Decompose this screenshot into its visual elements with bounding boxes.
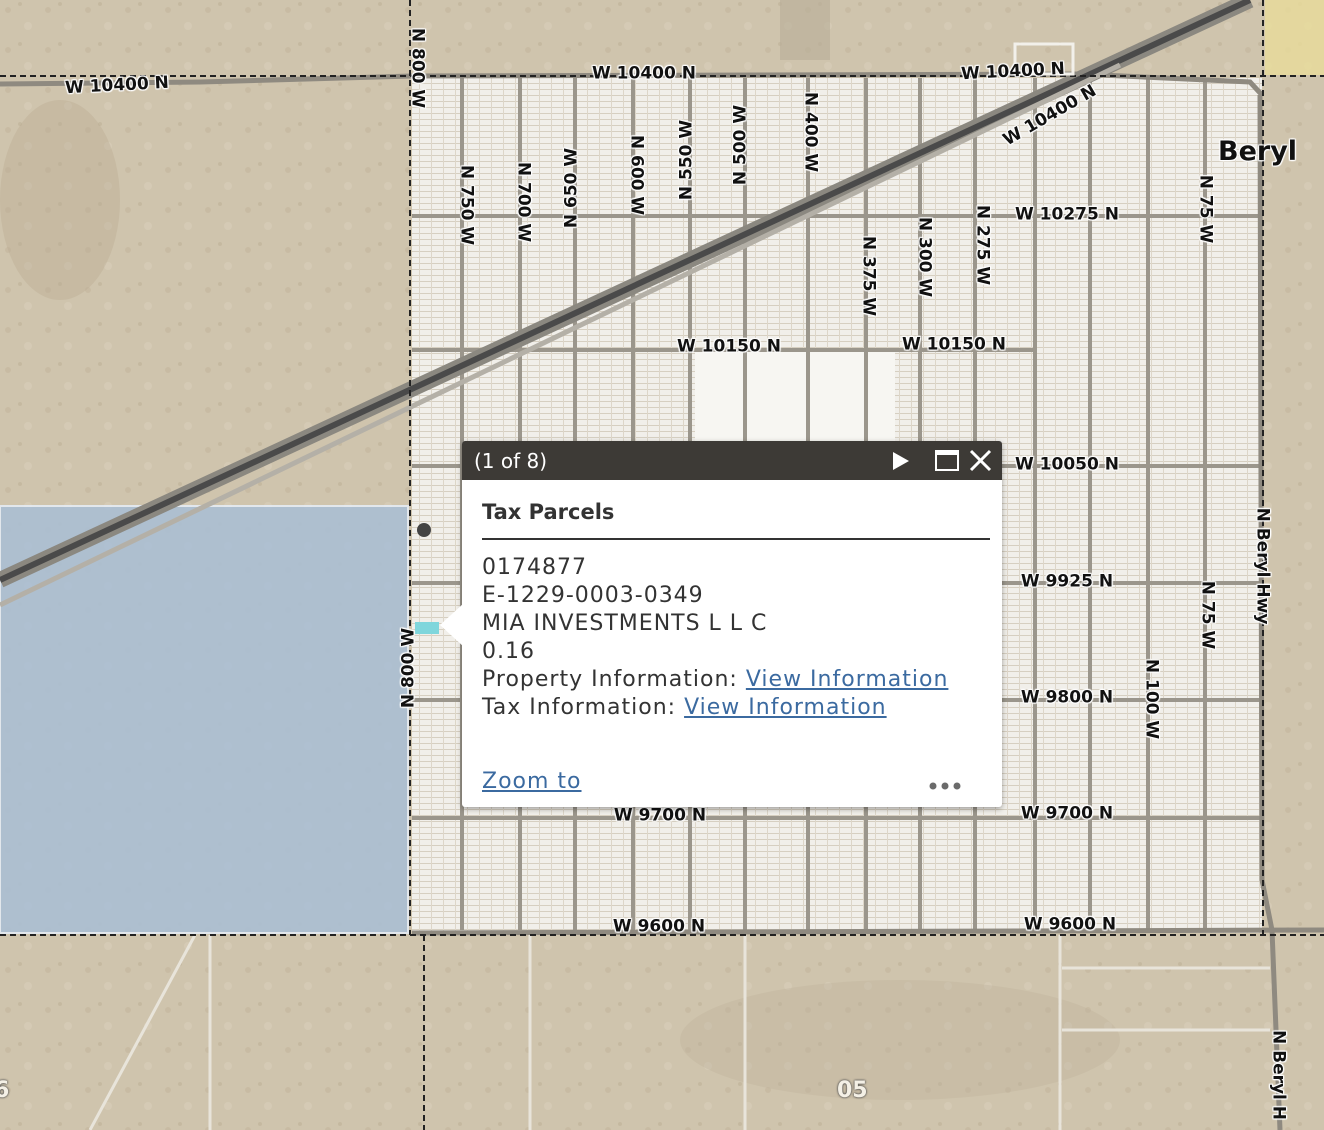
property-info-link[interactable]: View Information — [746, 667, 949, 692]
street-label: N 700 W — [513, 161, 534, 243]
street-label: W 9700 N — [613, 805, 707, 826]
street-label: N 300 W — [914, 216, 935, 298]
popup-header: (1 of 8) — [462, 441, 1002, 480]
selected-parcel-outline — [415, 622, 439, 634]
street-label: N 100 W — [1141, 658, 1162, 740]
street-label: W 9600 N — [612, 916, 706, 937]
street-label: N 275 W — [972, 204, 993, 286]
attribute-list: 0174877 E-1229-0003-0349 MIA INVESTMENTS… — [482, 554, 990, 722]
street-label: W 10150 N — [677, 336, 781, 357]
ellipsis-icon — [929, 782, 961, 790]
street-label: N 75 W — [1197, 580, 1218, 650]
maximize-icon — [935, 450, 959, 471]
popup-title: Tax Parcels — [482, 500, 990, 540]
popup-pointer — [440, 603, 464, 647]
tax-info-link[interactable]: View Information — [684, 695, 887, 720]
parcel-id: 0174877 — [482, 555, 587, 580]
street-label: N 750 W — [456, 164, 477, 246]
tax-info-label: Tax Information: — [482, 695, 677, 720]
street-label: W 9800 N — [1020, 687, 1114, 708]
street-label: W 9700 N — [1020, 803, 1114, 824]
map-point-marker — [417, 523, 431, 537]
street-label: N 375 W — [858, 235, 879, 317]
more-actions-button[interactable] — [928, 777, 964, 796]
feature-popup: (1 of 8) Tax Parcels 0174877 E-1229-0003… — [440, 441, 1002, 807]
street-label: W 10150 N — [902, 334, 1006, 355]
account-number: E-1229-0003-0349 — [482, 583, 704, 608]
tax-info-row: Tax Information: View Information — [482, 694, 990, 722]
selected-parcel-highlight — [0, 505, 409, 934]
street-label: N 500 W — [730, 104, 751, 186]
section-number-label: 6 — [0, 1078, 10, 1103]
property-info-label: Property Information: — [482, 667, 738, 692]
street-label: N Beryl H — [1268, 1029, 1289, 1121]
street-label: N Beryl Hwy — [1252, 507, 1273, 625]
acreage: 0.16 — [482, 639, 535, 664]
street-label: N 600 W — [626, 134, 647, 216]
zoom-to-link[interactable]: Zoom to — [482, 769, 582, 794]
street-label: W 10050 N — [1015, 454, 1119, 475]
close-button[interactable] — [968, 448, 994, 474]
feature-count: (1 of 8) — [474, 449, 548, 473]
street-label: W 9925 N — [1020, 571, 1114, 592]
owner-name: MIA INVESTMENTS L L C — [482, 611, 768, 636]
street-label: N 800 W — [398, 627, 419, 709]
section-number-label: 05 — [837, 1078, 868, 1103]
play-icon — [893, 452, 909, 470]
property-info-row: Property Information: View Information — [482, 666, 990, 694]
next-feature-button[interactable] — [888, 448, 914, 474]
street-label: W 10400 N — [592, 63, 696, 84]
close-icon — [969, 449, 992, 472]
street-label: N 75 W — [1195, 174, 1216, 244]
popup-content: Tax Parcels 0174877 E-1229-0003-0349 MIA… — [462, 480, 1002, 722]
street-label: N 550 W — [676, 119, 697, 201]
street-label: N 400 W — [800, 91, 821, 173]
street-label: W 10275 N — [1015, 204, 1119, 225]
street-label: N 800 W — [407, 27, 428, 109]
maximize-button[interactable] — [934, 448, 960, 474]
street-label: N 650 W — [561, 147, 582, 229]
street-label: W 9600 N — [1023, 914, 1117, 935]
place-label: Beryl — [1218, 136, 1298, 167]
